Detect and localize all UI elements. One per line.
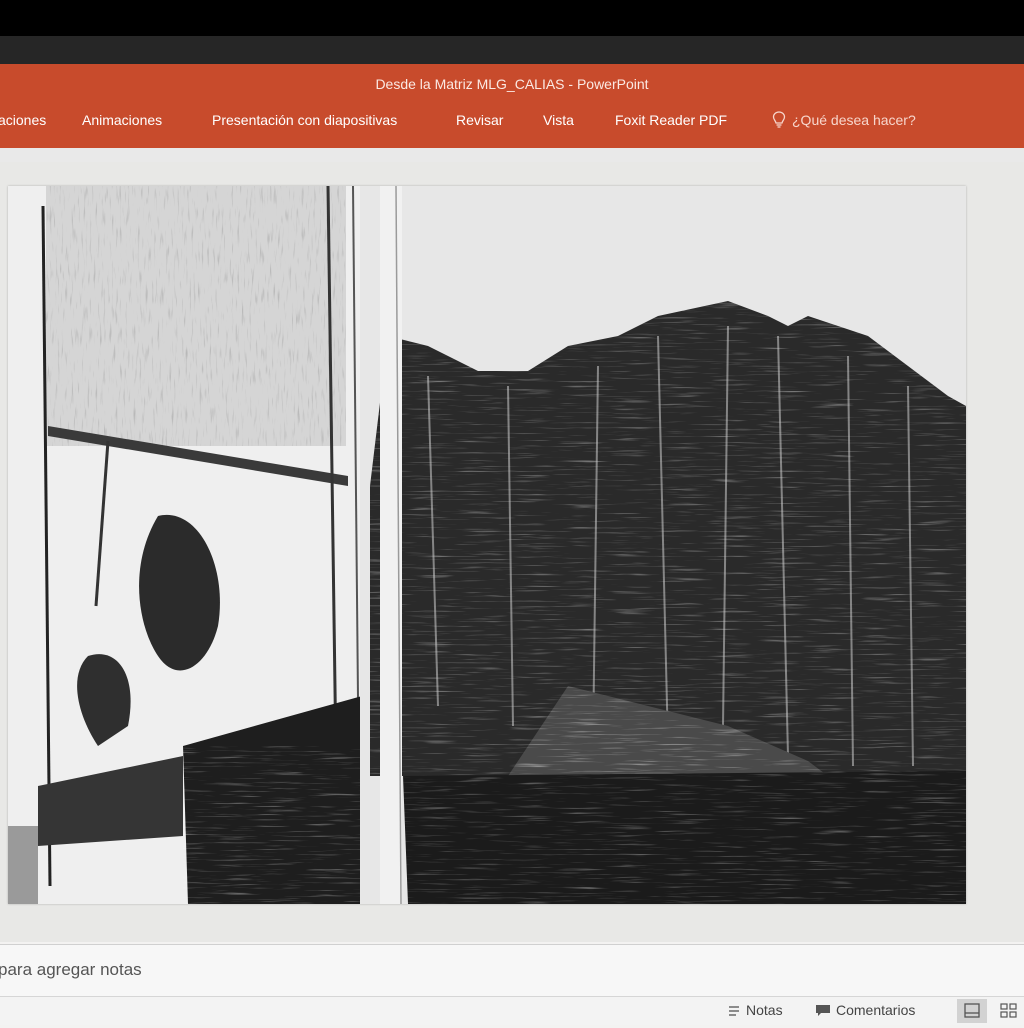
ribbon-shadow [0,148,1024,162]
ribbon: Desde la Matriz MLG_CALIAS - PowerPoint … [0,64,1024,148]
lightbulb-icon [772,111,786,128]
title-strip [0,36,1024,64]
slide-sorter-button[interactable] [994,999,1024,1023]
notes-placeholder: para agregar notas [0,960,142,979]
notes-pane[interactable]: para agregar notas [0,944,1024,997]
window-topbar [0,0,1024,36]
tab-foxit[interactable]: Foxit Reader PDF [615,112,727,128]
normal-view-icon [964,1003,980,1018]
tab-transiciones[interactable]: aciones [0,112,46,128]
notes-icon [729,1006,739,1016]
notes-button-label: Notas [746,1002,783,1018]
comments-button[interactable]: Comentarios [815,1002,915,1018]
etching-artwork [8,186,966,904]
tab-animaciones[interactable]: Animaciones [82,112,162,128]
notes-button[interactable]: Notas [727,1002,783,1018]
normal-view-button[interactable] [957,999,987,1023]
slide-sorter-icon [1000,1003,1017,1018]
tell-me-search[interactable]: ¿Qué desea hacer? [772,111,916,128]
status-bar: Notas Comentarios [0,996,1024,1025]
slide[interactable] [8,186,966,904]
tab-revisar[interactable]: Revisar [456,112,503,128]
comment-icon [816,1005,830,1016]
window-title: Desde la Matriz MLG_CALIAS - PowerPoint [375,76,649,92]
tab-presentacion[interactable]: Presentación con diapositivas [212,112,397,128]
tab-vista[interactable]: Vista [543,112,574,128]
tell-me-label: ¿Qué desea hacer? [792,112,916,128]
comments-button-label: Comentarios [836,1002,916,1018]
